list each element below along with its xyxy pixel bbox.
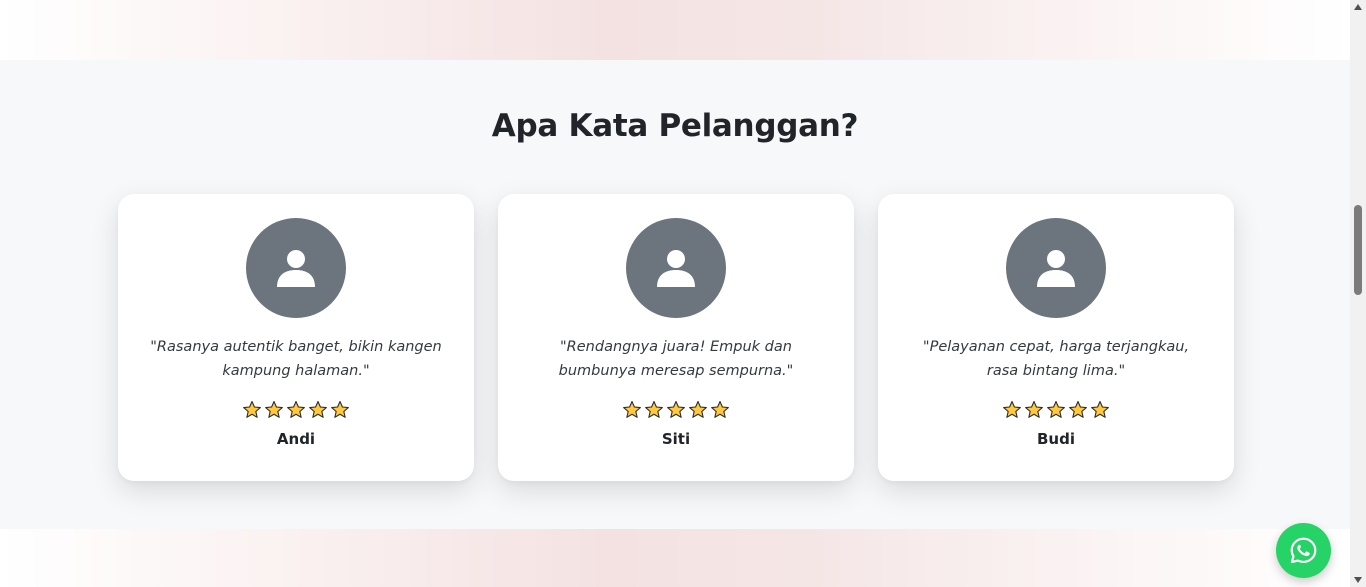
- testimonial-quote: "Rendangnya juara! Empuk dan bumbunya me…: [558, 339, 794, 379]
- star-icon: [645, 400, 663, 418]
- star-icon: [667, 400, 685, 418]
- user-icon: [277, 250, 315, 287]
- testimonial-card: "Rasanya autentik banget, bikin kangen k…: [118, 194, 474, 481]
- star-icon: [243, 400, 261, 418]
- star-rating: [498, 400, 854, 420]
- testimonial-quote: "Pelayanan cepat, harga terjangkau, rasa…: [922, 339, 1190, 379]
- star-icon: [287, 400, 305, 418]
- star-icon: [1069, 400, 1087, 418]
- star-icon: [689, 400, 707, 418]
- star-icon: [1025, 400, 1043, 418]
- scroll-down-arrow-icon[interactable]: [1354, 577, 1362, 583]
- customer-name: Budi: [1037, 430, 1075, 448]
- whatsapp-icon: [1290, 537, 1317, 564]
- star-icon: [331, 400, 349, 418]
- avatar: [626, 218, 726, 318]
- avatar: [246, 218, 346, 318]
- star-icon: [623, 400, 641, 418]
- next-section-top: [0, 529, 1350, 587]
- star-icon: [1003, 400, 1021, 418]
- testimonial-quote: "Rasanya autentik banget, bikin kangen k…: [150, 339, 442, 379]
- customer-name: Siti: [661, 430, 691, 448]
- previous-section-bottom: [0, 0, 1350, 60]
- star-icon: [1047, 400, 1065, 418]
- scrollbar-thumb[interactable]: [1354, 205, 1362, 295]
- testimonials-section: Apa Kata Pelanggan? "Rasanya autentik ba…: [0, 60, 1350, 529]
- testimonial-card: "Rendangnya juara! Empuk dan bumbunya me…: [498, 194, 854, 481]
- user-icon: [1037, 250, 1075, 287]
- star-icon: [309, 400, 327, 418]
- star-icon: [1091, 400, 1109, 418]
- section-title: Apa Kata Pelanggan?: [491, 108, 859, 144]
- star-rating: [118, 400, 474, 420]
- testimonial-card: "Pelayanan cepat, harga terjangkau, rasa…: [878, 194, 1234, 481]
- page-scrollbar[interactable]: [1350, 0, 1366, 587]
- star-icon: [711, 400, 729, 418]
- page: Apa Kata Pelanggan? "Rasanya autentik ba…: [0, 0, 1366, 587]
- star-icon: [265, 400, 283, 418]
- user-icon: [657, 250, 695, 287]
- whatsapp-button[interactable]: [1276, 523, 1331, 578]
- avatar: [1006, 218, 1106, 318]
- scroll-up-arrow-icon[interactable]: [1354, 4, 1362, 10]
- star-rating: [878, 400, 1234, 420]
- customer-name: Andi: [276, 430, 316, 448]
